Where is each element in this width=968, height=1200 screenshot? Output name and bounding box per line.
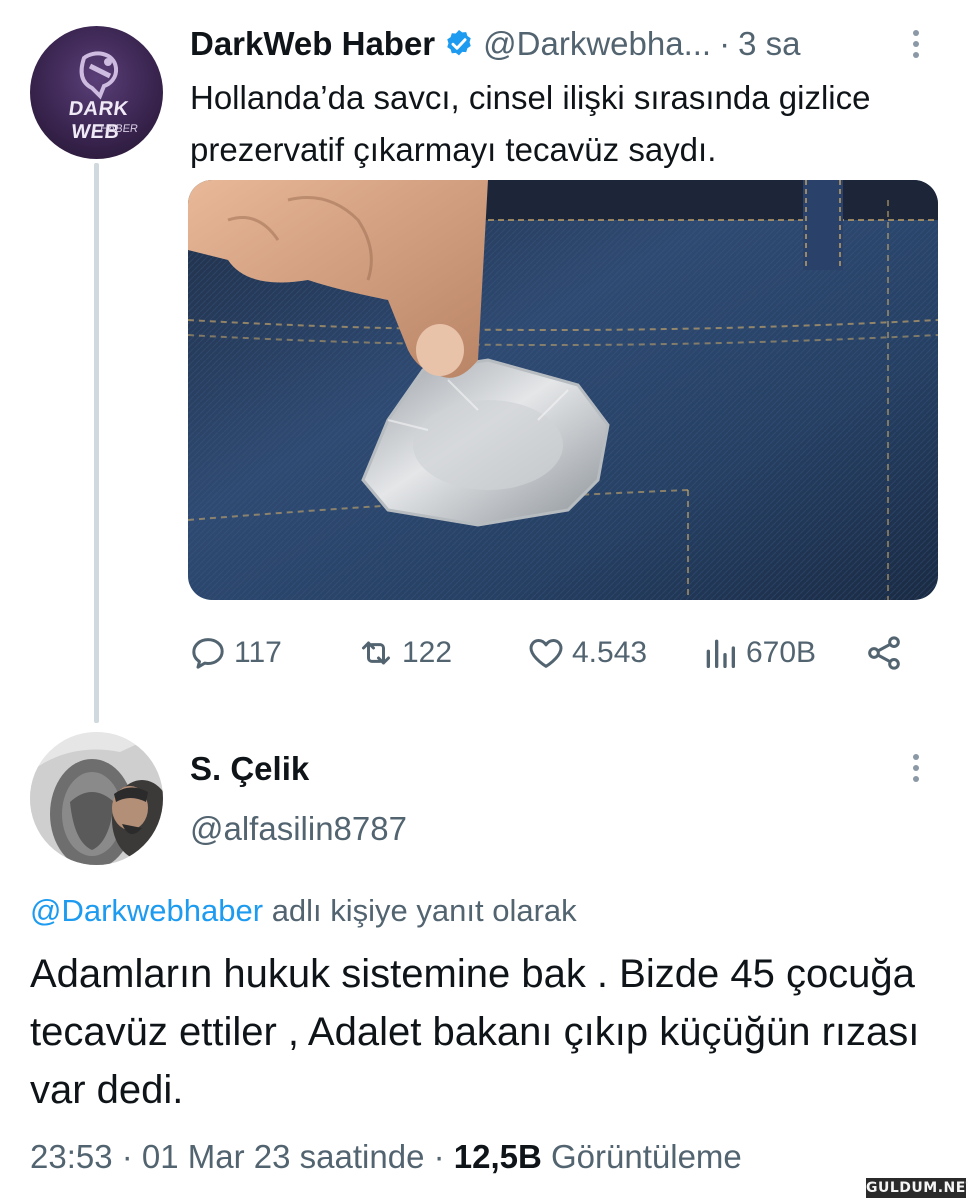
separator-dot: · xyxy=(112,1138,142,1175)
avatar-logo-subtext: HABER xyxy=(99,123,139,135)
share-button[interactable] xyxy=(864,628,910,678)
tweet-action-bar: 117 122 4.543 670B xyxy=(188,628,908,678)
retweet-button[interactable]: 122 xyxy=(356,628,452,678)
tweet-text: Adamların hukuk sistemine bak . Bizde 45… xyxy=(30,952,920,1112)
skull-logo-icon xyxy=(79,51,119,100)
reply-icon xyxy=(192,638,224,669)
reply-button[interactable]: 117 xyxy=(188,628,282,678)
site-watermark: GULDUM.NET xyxy=(866,1178,968,1198)
share-icon xyxy=(868,636,900,670)
tweet-text: Hollanda’da savcı, cinsel ilişki sırasın… xyxy=(190,79,871,168)
heart-icon xyxy=(529,639,563,668)
like-count: 4.543 xyxy=(572,636,648,669)
more-options-icon[interactable] xyxy=(908,752,924,784)
reply-mention-link[interactable]: @Darkwebhaber xyxy=(30,893,263,928)
avatar-s-celik[interactable] xyxy=(30,732,163,865)
tweet-date[interactable]: 01 Mar 23 saatinde xyxy=(142,1138,425,1175)
reply-context: @Darkwebhaber adlı kişiye yanıt olarak xyxy=(30,893,577,929)
views-count[interactable]: 12,5B xyxy=(454,1138,542,1175)
retweet-count: 122 xyxy=(402,636,453,669)
author-name[interactable]: S. Çelik xyxy=(190,750,309,788)
author-name[interactable]: DarkWeb Haber xyxy=(190,25,435,63)
separator-dot: · xyxy=(424,1138,454,1175)
analytics-bar-icon xyxy=(706,639,735,668)
tweet-time[interactable]: 23:53 xyxy=(30,1138,113,1175)
tweet-metadata: 23:53 · 01 Mar 23 saatinde · 12,5B Görün… xyxy=(30,1138,742,1176)
tweet-time[interactable]: 3 sa xyxy=(738,25,800,63)
condom-jeans-photo-icon xyxy=(188,180,938,600)
separator-dot: · xyxy=(719,25,731,62)
more-options-icon[interactable] xyxy=(908,28,924,60)
views-button[interactable]: 670B xyxy=(700,628,816,678)
user-photo-icon xyxy=(30,732,163,865)
verified-badge-icon xyxy=(447,30,471,56)
reply-count: 117 xyxy=(234,636,282,669)
reply-context-label: adlı kişiye yanıt olarak xyxy=(263,893,577,928)
avatar-darkweb-haber[interactable]: DARK WEB HABER xyxy=(30,26,163,159)
thread-line xyxy=(94,163,99,723)
views-count: 670B xyxy=(746,636,817,669)
views-label: Görüntüleme xyxy=(541,1138,742,1175)
avatar-logo-text: DARK WEB xyxy=(67,98,131,143)
tweet-header: DarkWeb Haber @Darkwebha... · 3 sa xyxy=(190,24,800,64)
author-handle[interactable]: @Darkwebha... xyxy=(483,25,711,63)
retweet-icon xyxy=(362,641,390,665)
author-handle[interactable]: @alfasilin8787 xyxy=(190,810,407,848)
like-button[interactable]: 4.543 xyxy=(526,628,647,678)
tweet-image[interactable] xyxy=(188,180,938,600)
